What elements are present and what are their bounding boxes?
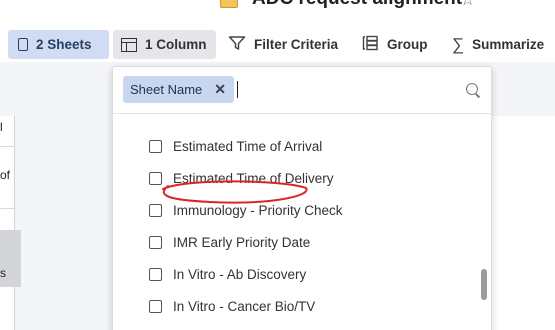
option-label: Estimated Time of Arrival [173, 138, 323, 154]
sheet-filter-dropdown: Sheet Name ✕ Estimated Time of Arrival E… [112, 66, 492, 330]
filter-funnel-icon [228, 35, 246, 54]
sheet-file-icon [220, 0, 238, 8]
option-row[interactable]: Estimated Time of Delivery [149, 168, 334, 188]
filter-search-bar[interactable]: Sheet Name ✕ [113, 67, 491, 114]
report-builder-window: ADC request alignment ☆ 2 Sheets 1 Colum… [0, 0, 555, 330]
option-checkbox[interactable] [149, 139, 162, 153]
option-row[interactable]: Estimated Time of Arrival [149, 136, 322, 156]
summarize-button[interactable]: ∑ Summarize [452, 30, 544, 59]
star-outline-icon[interactable]: ☆ [460, 0, 475, 10]
search-icon[interactable] [466, 83, 478, 95]
option-label: IMR Early Priority Date [173, 234, 311, 250]
option-row[interactable]: Immunology - Priority Check [149, 200, 343, 220]
grid-left-column: l of [0, 116, 15, 330]
grid-right-area [490, 116, 555, 330]
text-caret [237, 81, 238, 98]
summarize-button-label: Summarize [472, 37, 545, 52]
option-row[interactable]: In Vitro - Cancer Bio/TV [149, 296, 315, 316]
sheet-icon [18, 38, 28, 51]
table-columns-icon [121, 37, 137, 52]
option-label: In Vitro - Ab Discovery [173, 266, 307, 282]
chip-label: Sheet Name [130, 82, 203, 97]
filter-criteria-button[interactable]: Filter Criteria [228, 30, 338, 59]
option-label: Immunology - Priority Check [173, 202, 343, 218]
group-rows-icon [361, 35, 379, 54]
grid-cell: of [0, 160, 14, 209]
title-bar: ADC request alignment ☆ [0, 0, 555, 28]
option-checkbox[interactable] [149, 235, 162, 249]
option-checkbox[interactable] [149, 299, 162, 313]
group-button[interactable]: Group [361, 30, 428, 59]
sheets-button-label: 2 Sheets [36, 37, 92, 52]
filter-criteria-label: Filter Criteria [254, 37, 339, 52]
sheets-button[interactable]: 2 Sheets [8, 30, 109, 59]
option-label: In Vitro - Cancer Bio/TV [173, 298, 316, 314]
sheet-name-chip[interactable]: Sheet Name ✕ [123, 76, 234, 103]
report-title: ADC request alignment [252, 0, 462, 10]
toolbar: 2 Sheets 1 Column Filter Criteria Group … [0, 28, 555, 62]
option-row[interactable]: IMR Early Priority Date [149, 232, 310, 252]
group-button-label: Group [387, 37, 428, 52]
option-row[interactable]: In Vitro - Ab Discovery [149, 264, 306, 284]
grid-selected-row[interactable]: s [0, 230, 21, 287]
option-checkbox[interactable] [149, 267, 162, 281]
columns-button[interactable]: 1 Column [113, 30, 216, 59]
grid-cell: l [0, 116, 14, 147]
option-checkbox[interactable] [149, 203, 162, 217]
option-checkbox[interactable] [149, 171, 162, 185]
sigma-icon: ∑ [452, 34, 465, 54]
columns-button-label: 1 Column [145, 37, 207, 52]
dropdown-scrollbar-thumb[interactable] [481, 269, 487, 300]
grid-cell: s [0, 266, 6, 280]
option-label: Estimated Time of Delivery [173, 170, 334, 186]
remove-chip-icon[interactable]: ✕ [214, 81, 226, 98]
